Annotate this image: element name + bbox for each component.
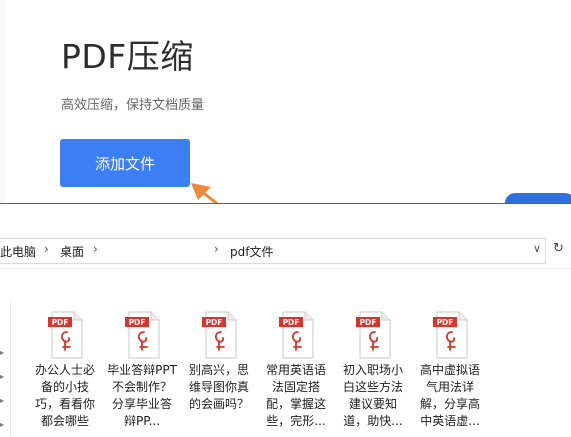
breadcrumb-desktop[interactable]: 桌面 [60, 243, 84, 260]
pdf-badge-text: PDF [52, 318, 69, 327]
refresh-icon[interactable]: ↻ [553, 241, 564, 256]
address-dropdown-chevron-icon[interactable]: ∨ [533, 242, 541, 255]
file-name: 高中虚拟语气用法详解，分享高中英语虚... [419, 363, 480, 428]
nav-expand-icon[interactable]: ▸ [0, 348, 4, 357]
file-name: 办公人士必备的小技巧，看看你都会哪些 [34, 363, 95, 428]
nav-pane-divider [10, 302, 11, 437]
file-item[interactable]: PDF 初入职场小白这些方法建议要知道，助快... [338, 310, 408, 437]
page-subtitle: 高效压缩，保持文档质量 [61, 98, 205, 113]
divider [0, 268, 571, 269]
pdf-badge-text: PDF [129, 318, 146, 327]
pdf-file-icon: PDF [202, 311, 237, 359]
pdf-file-icon: PDF [279, 311, 314, 359]
add-file-button[interactable]: 添加文件 [60, 139, 190, 187]
nav-expand-icon[interactable]: ▸ [0, 372, 4, 381]
file-name: 初入职场小白这些方法建议要知道，助快... [342, 363, 403, 428]
breadcrumb-chevron-icon[interactable]: › [44, 242, 49, 256]
file-name: 毕业答辩PPT不会制作？分享毕业答辩PP... [107, 363, 177, 428]
pdf-compress-panel: PDF压缩 高效压缩，保持文档质量 添加文件 [5, 0, 571, 203]
file-item[interactable]: PDF 高中虚拟语气用法详解，分享高中英语虚... [415, 310, 485, 437]
pdf-badge-text: PDF [360, 318, 377, 327]
pdf-file-icon: PDF [48, 311, 83, 359]
file-item[interactable]: PDF 办公人士必备的小技巧，看看你都会哪些 [30, 310, 100, 437]
pdf-badge-text: PDF [437, 318, 454, 327]
page-title: PDF压缩 [61, 37, 194, 76]
pdf-file-icon: PDF [433, 311, 468, 359]
address-bar[interactable]: 此电脑 › 桌面 › › pdf文件 ∨ [0, 238, 546, 264]
file-item[interactable]: PDF 常用英语语法固定搭配，掌握这些，完形... [261, 310, 331, 437]
pdf-badge-text: PDF [283, 318, 300, 327]
breadcrumb-chevron-icon[interactable]: › [93, 242, 98, 256]
file-item[interactable]: PDF 毕业答辩PPT不会制作？分享毕业答辩PP... [107, 310, 177, 437]
pdf-file-icon: PDF [356, 311, 391, 359]
pdf-file-icon: PDF [125, 311, 160, 359]
breadcrumb-this-pc[interactable]: 此电脑 [0, 243, 36, 260]
nav-expand-icon[interactable]: ▸ [0, 396, 4, 405]
nav-expand-icon[interactable]: ▸ [0, 420, 4, 429]
file-name: 别高兴，思维导图你真的会画吗？ [188, 363, 249, 411]
file-explorer-window: 此电脑 › 桌面 › › pdf文件 ∨ ↻ ▸ ▸ ▸ ▸ PDF 办公人士必备… [0, 203, 571, 437]
file-name: 常用英语语法固定搭配，掌握这些，完形... [265, 363, 326, 428]
breadcrumb-chevron-icon[interactable]: › [214, 242, 219, 256]
web-page-header: PDF压缩 高效压缩，保持文档质量 添加文件 [0, 0, 571, 213]
file-item[interactable]: PDF 别高兴，思维导图你真的会画吗？ [184, 310, 254, 437]
pdf-badge-text: PDF [206, 318, 223, 327]
breadcrumb-pdf-folder[interactable]: pdf文件 [230, 243, 273, 260]
